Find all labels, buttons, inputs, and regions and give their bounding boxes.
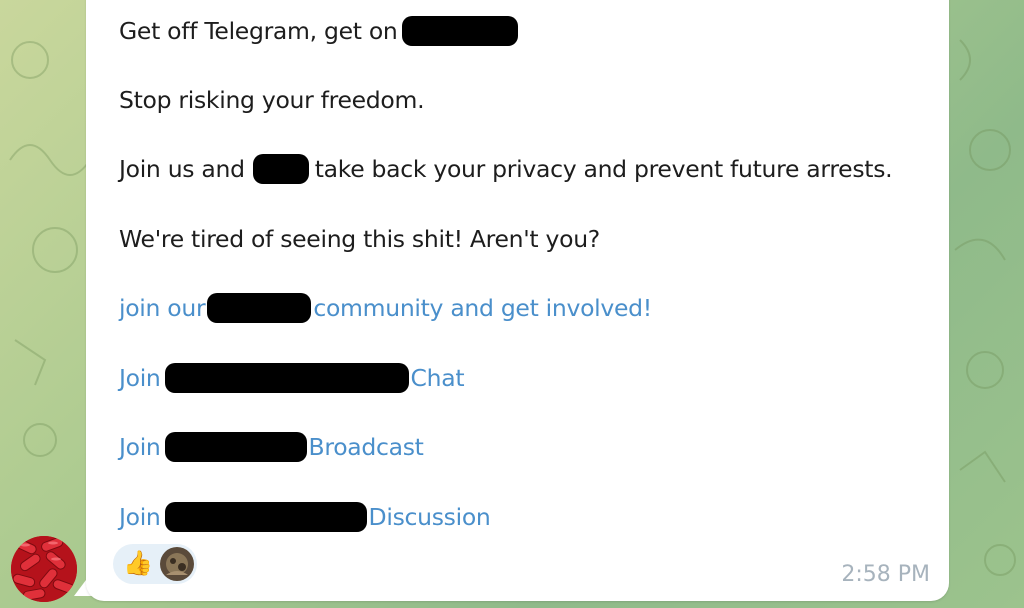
link-text[interactable]: Chat: [411, 361, 465, 395]
reactor-avatar: [160, 547, 194, 581]
message-line: Stop risking your freedom.: [119, 83, 425, 117]
redaction-block: [207, 293, 312, 323]
message-link[interactable]: Join Chat: [119, 361, 465, 395]
reactor-avatar-image: [160, 547, 194, 581]
message-line: Get off Telegram, get on: [119, 14, 518, 48]
link-text[interactable]: join our: [119, 291, 206, 325]
link-text[interactable]: Broadcast: [309, 430, 424, 464]
reaction-pill[interactable]: 👍: [113, 544, 197, 584]
redaction-block: [164, 432, 307, 462]
link-text[interactable]: Join: [119, 361, 161, 395]
redaction-block: [164, 363, 409, 393]
message-text: We're tired of seeing this shit! Aren't …: [119, 225, 600, 253]
redaction-block: [252, 154, 309, 184]
thumbs-up-reaction[interactable]: 👍: [123, 548, 153, 578]
sender-avatar[interactable]: [11, 536, 77, 602]
link-text[interactable]: Join: [119, 500, 161, 534]
link-text[interactable]: Discussion: [369, 500, 491, 534]
message-text: Stop risking your freedom.: [119, 86, 425, 114]
link-text[interactable]: community and get involved!: [313, 291, 652, 325]
message-link[interactable]: join our community and get involved!: [119, 291, 652, 325]
message-link[interactable]: Join Broadcast: [119, 430, 424, 464]
message-link[interactable]: Join Discussion: [119, 500, 491, 534]
message-timestamp: 2:58 PM: [841, 562, 930, 587]
pills-avatar-image: [11, 536, 77, 602]
redaction-block: [401, 16, 518, 46]
message-line: Join us and take back your privacy and p…: [119, 152, 893, 186]
link-text[interactable]: Join: [119, 430, 161, 464]
message-line: We're tired of seeing this shit! Aren't …: [119, 222, 600, 256]
message-text: Join us and: [119, 155, 245, 183]
message-text: Get off Telegram, get on: [119, 17, 398, 45]
redaction-block: [164, 502, 367, 532]
message-text: take back your privacy and prevent futur…: [314, 155, 893, 183]
